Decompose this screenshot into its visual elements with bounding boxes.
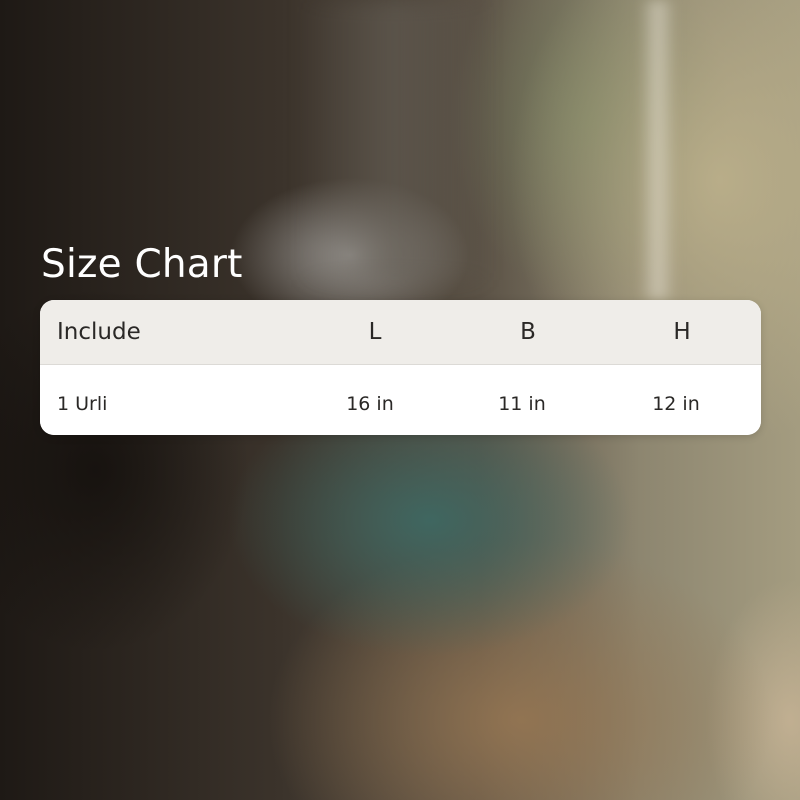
cell-breadth: 11 in [498, 393, 546, 415]
header-breadth: B [520, 319, 536, 345]
header-length: L [368, 319, 382, 345]
cell-height: 12 in [652, 393, 700, 415]
header-include: Include [57, 319, 141, 345]
table-header-row: Include L B H [40, 300, 761, 365]
header-height: H [673, 319, 691, 345]
size-chart-table: Include L B H 1 Urli 16 in 11 in 12 in [40, 300, 761, 435]
cell-include: 1 Urli [57, 393, 108, 415]
background-window-frame-blur [640, 0, 676, 300]
background-curtain-blur [300, 0, 490, 280]
table-row: 1 Urli 16 in 11 in 12 in [40, 365, 761, 435]
size-chart-title: Size Chart [41, 242, 243, 287]
cell-length: 16 in [346, 393, 394, 415]
